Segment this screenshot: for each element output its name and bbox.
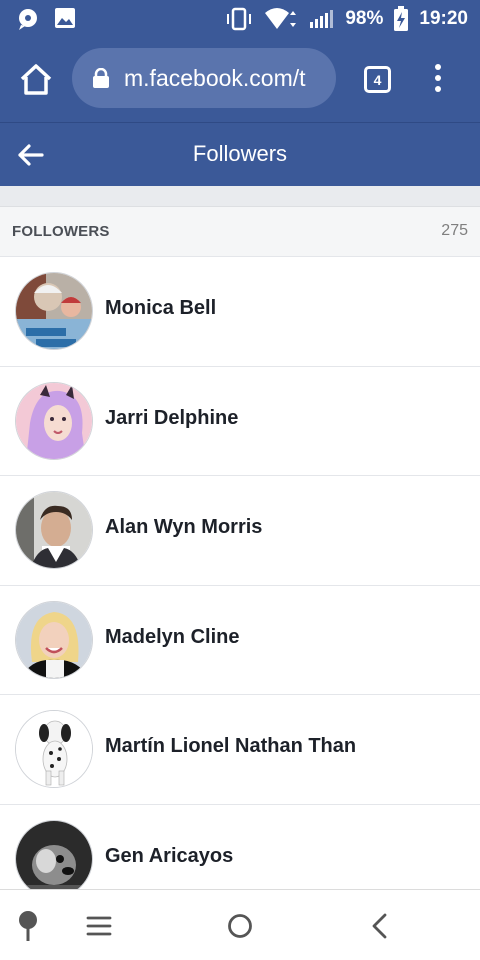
followers-list: Monica Bell Jarri Delphine Alan Wyn Morr… — [0, 257, 480, 914]
wifi-icon — [265, 8, 297, 29]
follower-name[interactable]: Jarri Delphine — [105, 407, 238, 430]
avatar[interactable] — [15, 819, 93, 898]
avatar[interactable] — [15, 600, 93, 679]
status-left-icons — [16, 7, 76, 31]
battery-icon — [394, 6, 409, 31]
menu-button[interactable] — [82, 908, 118, 944]
pin-button[interactable] — [12, 908, 48, 944]
chat-bubble-icon — [19, 9, 37, 30]
home-circle-icon — [228, 914, 252, 938]
divider-strip — [0, 186, 480, 206]
page-header: Followers — [0, 122, 480, 186]
signal-icon — [310, 10, 334, 28]
follower-name[interactable]: Madelyn Cline — [105, 626, 239, 649]
avatar[interactable] — [15, 381, 93, 460]
status-right-group: 98% 19:20 — [225, 6, 468, 32]
follower-name[interactable]: Martín Lionel Nathan Than — [105, 735, 356, 758]
system-nav-bar — [0, 889, 480, 960]
page-title: Followers — [192, 141, 288, 166]
avatar[interactable] — [15, 710, 93, 788]
tab-count: 4 — [373, 71, 382, 88]
home-nav-button[interactable] — [222, 908, 258, 944]
avatar[interactable] — [15, 272, 93, 350]
follower-row[interactable]: Martín Lionel Nathan Than — [0, 695, 480, 805]
url-text: m.facebook.com/t — [124, 64, 306, 91]
vibrate-icon — [227, 7, 252, 31]
avatar[interactable] — [15, 491, 93, 569]
pin-icon — [19, 911, 37, 941]
section-header: FOLLOWERS 275 — [0, 206, 480, 257]
follower-count: 275 — [441, 222, 468, 239]
follower-name[interactable]: Gen Aricayos — [105, 845, 233, 868]
battery-percent: 98% — [345, 8, 384, 29]
lock-icon — [93, 68, 109, 88]
clock: 19:20 — [419, 8, 468, 29]
browser-toolbar: m.facebook.com/t 4 — [0, 38, 480, 122]
back-chevron-icon — [372, 913, 387, 939]
status-bar: 98% 19:20 — [0, 0, 480, 38]
follower-name[interactable]: Monica Bell — [105, 297, 216, 320]
menu-icon — [86, 916, 112, 936]
more-vert-icon[interactable] — [426, 64, 450, 94]
image-icon — [55, 8, 75, 28]
follower-row[interactable]: Alan Wyn Morris — [0, 476, 480, 586]
back-nav-button[interactable] — [362, 908, 398, 944]
home-icon — [20, 64, 52, 95]
follower-name[interactable]: Alan Wyn Morris — [105, 516, 262, 539]
follower-row[interactable]: Madelyn Cline — [0, 586, 480, 695]
url-bar[interactable]: m.facebook.com/t — [72, 48, 336, 108]
home-button[interactable] — [18, 62, 54, 98]
section-title: FOLLOWERS — [12, 223, 110, 240]
follower-row[interactable]: Monica Bell — [0, 257, 480, 367]
follower-row[interactable]: Jarri Delphine — [0, 367, 480, 476]
tabs-button[interactable]: 4 — [364, 66, 391, 93]
